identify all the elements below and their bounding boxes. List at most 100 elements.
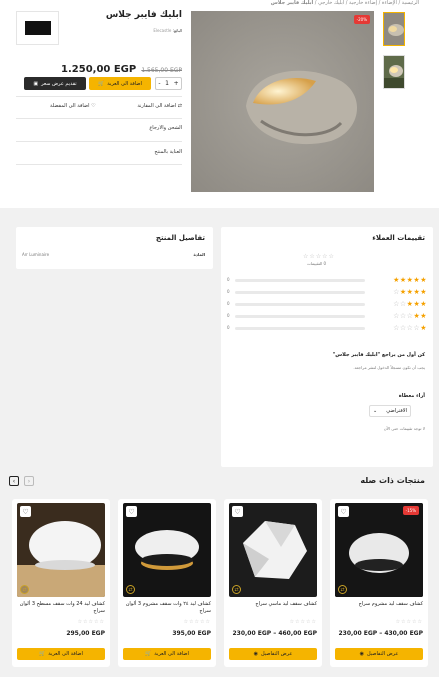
view-details-button[interactable]: ◉ عرض التفاصيل bbox=[229, 648, 317, 660]
reviews-count: 0 التقييمات bbox=[307, 261, 327, 266]
chevron-down-icon: ⌄ bbox=[373, 408, 378, 414]
rating-row-4-stars: ☆★★★★ bbox=[393, 288, 427, 296]
product-card[interactable]: ♡ ⇄ كشاف ليد 24 وات سقف مسطح 3 ألوان سرا… bbox=[12, 499, 110, 667]
thumbnail-1[interactable] bbox=[383, 12, 405, 46]
sort-select[interactable]: الافتراضي ⌄ bbox=[369, 405, 411, 417]
carousel-next-button[interactable]: › bbox=[24, 476, 34, 486]
brand-row: البائع: Elecastle bbox=[153, 28, 182, 33]
cart-icon: 🛒 bbox=[98, 80, 105, 87]
rating-row-1: ☆☆☆☆★ 0 bbox=[227, 324, 427, 333]
rating-row-5: ★★★★★ 0 bbox=[227, 276, 427, 285]
heart-icon: ♡ bbox=[91, 103, 96, 109]
rating-row-2: ☆☆☆★★ 0 bbox=[227, 312, 427, 321]
add-to-cart-label: اضافة الى العربة bbox=[107, 80, 142, 87]
compare-icon: ⇄ bbox=[177, 103, 182, 109]
thumbnail-2[interactable] bbox=[383, 55, 405, 89]
login-note: يجب أن تكون مسجلاً الدخول لنشر مراجعة. bbox=[353, 365, 425, 370]
cart-icon: 🛒 bbox=[39, 651, 46, 657]
breadcrumb-sconce[interactable]: أبليك خارجي bbox=[318, 0, 344, 6]
quantity-stepper[interactable]: - 1 + bbox=[155, 77, 182, 90]
rating-row-count: 0 bbox=[227, 325, 230, 330]
reviews-title: تقييمات العملاء bbox=[372, 234, 425, 242]
button-label: عرض التفاصيل bbox=[366, 651, 399, 657]
product-title: ابليك فايبر جلاس bbox=[105, 10, 182, 20]
product-card[interactable]: ♡ ⇄ كشاف سقف ليد ماسي سراج ☆☆☆☆☆ 230,00 … bbox=[224, 499, 322, 667]
rating-bar bbox=[235, 315, 365, 318]
rating-bar bbox=[235, 303, 365, 306]
breadcrumb-home[interactable]: الرئيسية bbox=[402, 0, 419, 6]
product-card[interactable]: ♡ -15% ⇄ كشاف سقف ليد مشروم سراج ☆☆☆☆☆ 2… bbox=[330, 499, 428, 667]
sort-select-value: الافتراضي bbox=[386, 408, 407, 414]
add-to-cart-button[interactable]: 🛒 اضافة الى العربة bbox=[17, 648, 105, 660]
compare-icon[interactable]: ⇄ bbox=[232, 585, 241, 594]
quote-icon: ▣ bbox=[33, 80, 39, 87]
care-accordion[interactable]: العناية بالمنتج bbox=[154, 149, 182, 155]
eye-icon: ◉ bbox=[359, 651, 364, 657]
details-title: تفاصيل المنتج bbox=[155, 234, 205, 242]
product-sale-badge: -15% bbox=[402, 506, 419, 515]
compare-icon[interactable]: ⇄ bbox=[20, 585, 29, 594]
product-title[interactable]: كشاف سقف ليد مشروم سراج bbox=[335, 601, 423, 608]
button-label: عرض التفاصيل bbox=[260, 651, 293, 657]
shipping-accordion[interactable]: الشحن والارجاع bbox=[149, 125, 182, 131]
wishlist-heart-icon[interactable]: ♡ bbox=[338, 506, 349, 517]
compare-icon[interactable]: ⇄ bbox=[126, 585, 135, 594]
compare-link[interactable]: ⇄ اضافة الى المقارنة bbox=[137, 103, 182, 109]
wishlist-label: اضافة الى المفضلة bbox=[50, 103, 90, 109]
request-quote-button[interactable]: ▣ تقديم عرض سعر bbox=[24, 77, 86, 90]
add-to-cart-button[interactable]: 🛒 اضافة الى العربة bbox=[89, 77, 151, 90]
thumbnail-2-image bbox=[384, 56, 404, 88]
product-title[interactable]: كشاف ليد ٢٤ وات سقف مشروم 3 ألوان سراج bbox=[123, 601, 211, 615]
product-title[interactable]: كشاف سقف ليد ماسي سراج bbox=[229, 601, 317, 608]
product-price: 230,00 EGP – 460,00 EGP bbox=[232, 630, 317, 637]
rating-row-count: 0 bbox=[227, 313, 230, 318]
view-details-button[interactable]: ◉ عرض التفاصيل bbox=[335, 648, 423, 660]
details-panel: تفاصيل المنتج المادة Arr Luminaire bbox=[16, 227, 213, 269]
related-title: منتجات ذات صله bbox=[360, 476, 425, 485]
qty-value[interactable]: 1 bbox=[165, 80, 169, 87]
product-title[interactable]: كشاف ليد 24 وات سقف مسطح 3 ألوان سراج bbox=[17, 601, 105, 615]
carousel-prev-button[interactable]: ‹ bbox=[9, 476, 19, 486]
product-rating-stars: ☆☆☆☆☆ bbox=[289, 619, 317, 625]
brand-label: البائع: bbox=[172, 28, 182, 33]
product-price: 230,00 EGP – 430,00 EGP bbox=[338, 630, 423, 637]
sale-badge: -20% bbox=[353, 15, 370, 24]
qty-minus-button[interactable]: - bbox=[158, 80, 160, 87]
divider bbox=[16, 96, 182, 97]
main-image-graphic bbox=[191, 11, 374, 192]
brand-value[interactable]: Elecastle bbox=[153, 28, 171, 33]
main-product-image[interactable]: -20% bbox=[191, 11, 374, 192]
product-price: 395,00 EGP bbox=[172, 630, 211, 637]
product-image[interactable] bbox=[17, 503, 105, 597]
qty-plus-button[interactable]: + bbox=[174, 80, 179, 87]
product-card[interactable]: ♡ ⇄ كشاف ليد ٢٤ وات سقف مشروم 3 ألوان سر… bbox=[118, 499, 216, 667]
product-image[interactable] bbox=[335, 503, 423, 597]
wishlist-heart-icon[interactable]: ♡ bbox=[126, 506, 137, 517]
rating-row-5-stars: ★★★★★ bbox=[393, 276, 427, 284]
wishlist-heart-icon[interactable]: ♡ bbox=[232, 506, 243, 517]
rating-row-2-stars: ☆☆☆★★ bbox=[393, 312, 427, 320]
product-image[interactable] bbox=[229, 503, 317, 597]
compare-icon[interactable]: ⇄ bbox=[338, 585, 347, 594]
button-label: اضافة الى العربة bbox=[48, 651, 83, 657]
brand-logo[interactable] bbox=[16, 11, 59, 45]
divider bbox=[16, 141, 182, 142]
rating-row-1-stars: ☆☆☆☆★ bbox=[393, 324, 427, 332]
reviews-details-section: تقييمات العملاء ☆☆☆☆☆ 0 التقييمات ★★★★★ … bbox=[0, 208, 439, 468]
first-review-heading: كن أول من يراجع "ابليك فايبر جلاس" bbox=[332, 352, 425, 358]
product-image[interactable] bbox=[123, 503, 211, 597]
rating-row-3: ☆☆★★★ 0 bbox=[227, 300, 427, 309]
wishlist-heart-icon[interactable]: ♡ bbox=[20, 506, 31, 517]
wishlist-link[interactable]: ♡ اضافة الى المفضلة bbox=[50, 103, 96, 109]
price-row: 1.250,00 EGP 1.565,00 EGP bbox=[61, 57, 182, 76]
breadcrumb-outdoor[interactable]: إضاءة خارجية bbox=[349, 0, 377, 6]
product-section: الرئيسية / الإضاءة / إضاءة خارجية / أبلي… bbox=[0, 0, 439, 208]
reviews-panel: تقييمات العملاء ☆☆☆☆☆ 0 التقييمات ★★★★★ … bbox=[221, 227, 433, 467]
add-to-cart-button[interactable]: 🛒 اضافة الى العربة bbox=[123, 648, 211, 660]
old-price: 1.565,00 EGP bbox=[141, 67, 182, 74]
spec-value: Arr Luminaire bbox=[22, 252, 50, 257]
rating-bar bbox=[235, 291, 365, 294]
breadcrumb-lighting[interactable]: الإضاءة bbox=[382, 0, 397, 6]
product-image-graphic bbox=[17, 503, 105, 597]
rating-bar bbox=[235, 327, 365, 330]
